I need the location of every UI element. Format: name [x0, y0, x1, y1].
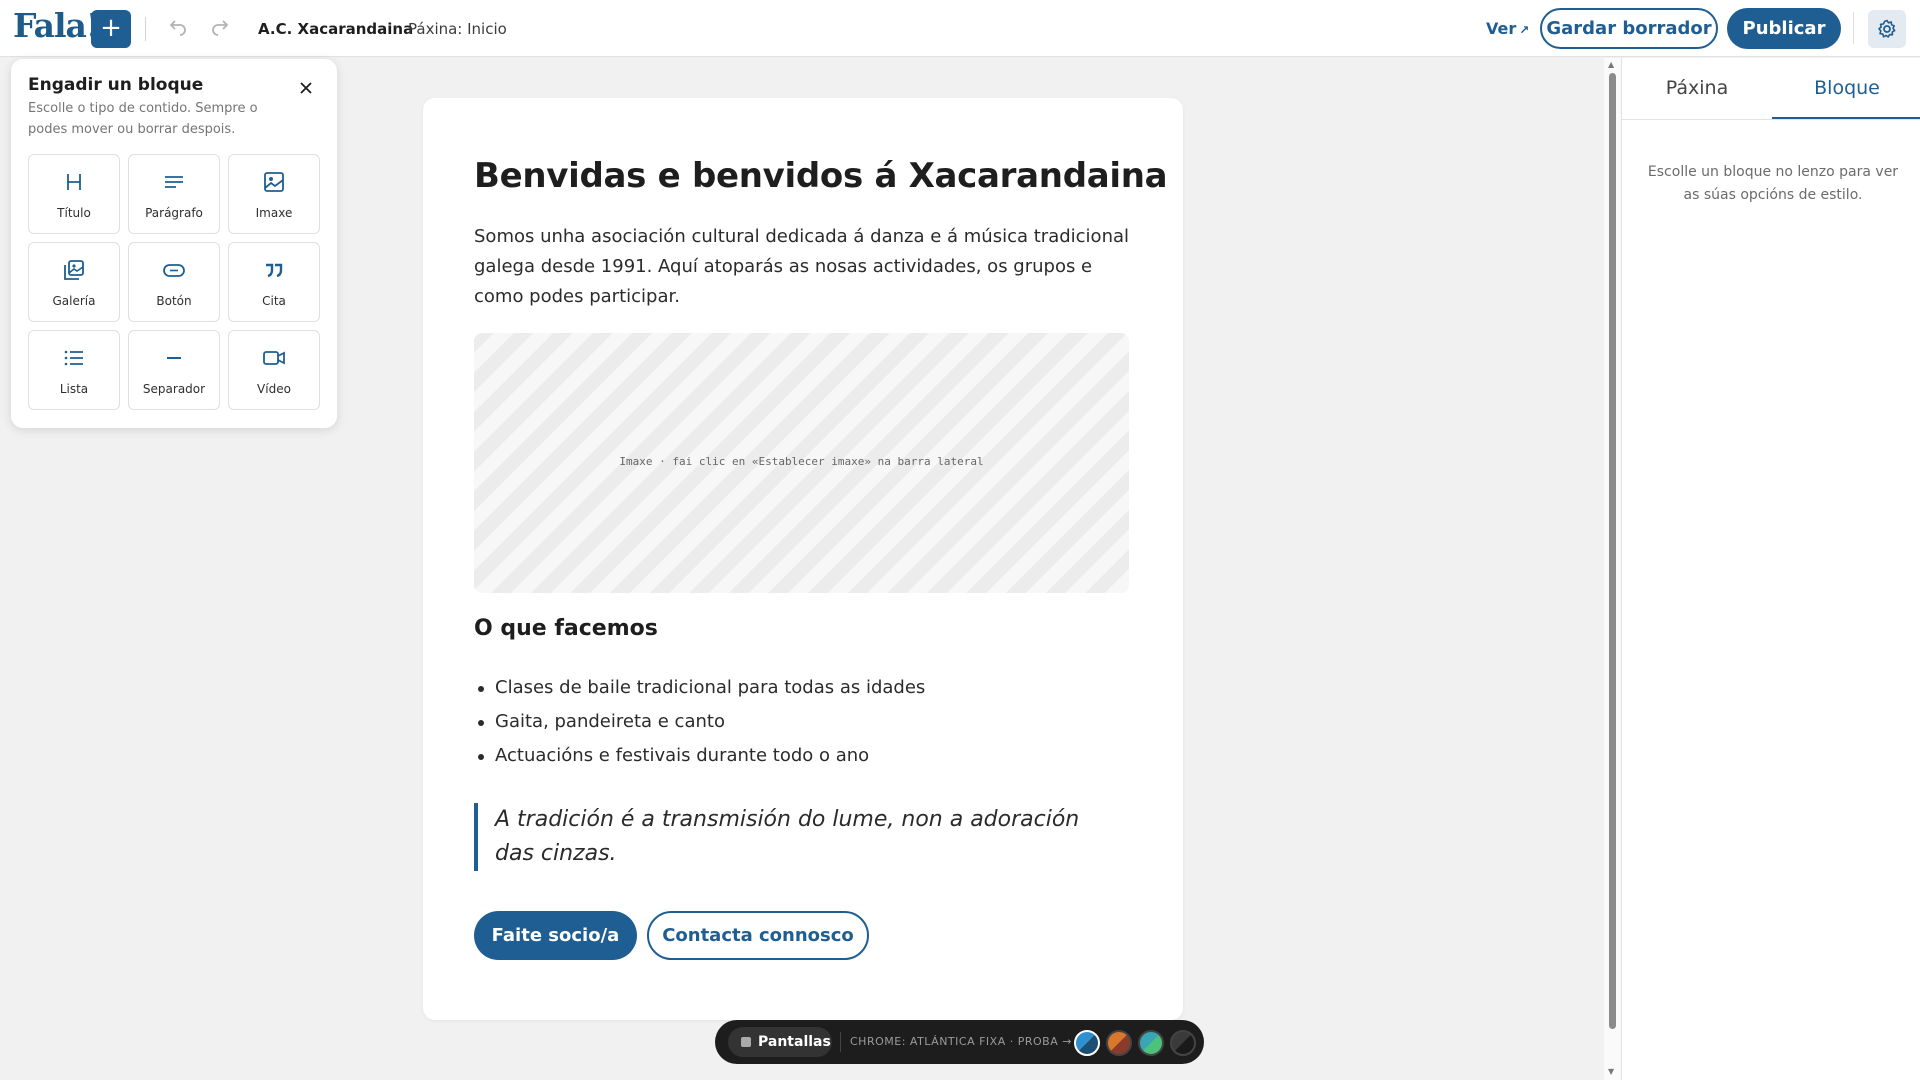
block-tile-label: Separador — [142, 382, 206, 396]
sidebar-hint: Escolle un bloque no lenzo para ver as s… — [1647, 164, 1899, 203]
gear-icon — [1878, 19, 1896, 38]
toolbar-divider — [1853, 12, 1854, 44]
undo-icon[interactable] — [166, 16, 190, 40]
block-tile-label: Lista — [59, 382, 89, 396]
tab-page[interactable]: Páxina — [1622, 58, 1772, 120]
block-tile-label: Vídeo — [257, 382, 291, 396]
paragraph-block[interactable]: Somos unha asociación cultural dedicada … — [474, 222, 1134, 312]
block-tile-gallery[interactable]: Galería — [28, 242, 120, 322]
scrollbar-thumb[interactable] — [1609, 73, 1616, 1029]
screens-icon — [741, 1037, 751, 1047]
screens-toolbar: Pantallas CHROME: ATLÁNTICA FIXA · PROBA… — [715, 1020, 1204, 1064]
settings-button[interactable] — [1868, 10, 1906, 48]
view-link[interactable]: Ver ↗ — [1486, 19, 1529, 38]
separator-icon — [129, 345, 219, 371]
canvas-scrollbar[interactable]: ▲ ▼ — [1604, 58, 1621, 1080]
theme-swatch[interactable] — [1138, 1030, 1164, 1056]
gallery-icon — [29, 257, 119, 283]
chrome-theme-label[interactable]: CHROME: ATLÁNTICA FIXA · PROBA → — [850, 1035, 1072, 1048]
block-tile-separator[interactable]: Separador — [128, 330, 220, 410]
theme-swatch[interactable] — [1106, 1030, 1132, 1056]
settings-sidebar: Páxina Bloque Escolle un bloque no lenzo… — [1621, 58, 1920, 1080]
list-item: Actuacións e festivais durante todo o an… — [474, 739, 925, 773]
site-name: A.C. Xacarandaina — [258, 20, 414, 38]
view-link-label: Ver — [1486, 19, 1517, 38]
image-block-placeholder[interactable]: Imaxe · fai clic en «Establecer imaxe» n… — [474, 333, 1129, 593]
scroll-up-icon[interactable]: ▲ — [1608, 60, 1614, 69]
block-tile-label: Título — [57, 206, 91, 220]
block-tile-paragraph[interactable]: Parágrafo — [128, 154, 220, 234]
title-separator: · — [394, 20, 399, 36]
add-block-button[interactable]: + — [91, 10, 131, 48]
close-icon[interactable] — [297, 79, 315, 97]
tabs-divider — [1622, 119, 1920, 120]
quote-icon — [229, 257, 319, 283]
list-item: Gaita, pandeireta e canto — [474, 705, 925, 739]
block-tile-label: Parágrafo — [145, 206, 203, 220]
heading-block[interactable]: Benvidas e benvidos á Xacarandaina — [474, 156, 1168, 196]
list-icon — [29, 345, 119, 371]
save-draft-button[interactable]: Gardar borrador — [1540, 8, 1718, 49]
inserter-title: Engadir un bloque — [28, 75, 204, 95]
block-tile-button[interactable]: Botón — [128, 242, 220, 322]
block-tile-label: Imaxe — [255, 206, 293, 220]
publish-button[interactable]: Publicar — [1727, 8, 1841, 49]
toolbar-divider — [840, 1032, 841, 1052]
editor-canvas: Benvidas e benvidos á Xacarandaina Somos… — [423, 98, 1183, 1020]
button-icon — [129, 257, 219, 283]
block-tile-list[interactable]: Lista — [28, 330, 120, 410]
heading-icon — [29, 169, 119, 195]
block-tile-label: Cita — [262, 294, 286, 308]
external-link-icon: ↗ — [1519, 23, 1530, 37]
screens-label: Pantallas — [758, 1034, 831, 1050]
app-logo: Fala! — [13, 6, 100, 45]
redo-icon[interactable] — [208, 16, 232, 40]
theme-swatch[interactable] — [1074, 1030, 1100, 1056]
paragraph-icon — [129, 169, 219, 195]
toolbar-divider — [145, 17, 146, 41]
block-tile-heading[interactable]: Título — [28, 154, 120, 234]
block-grid: Título Parágrafo Imaxe Galería Botón Cit… — [28, 154, 320, 410]
block-tile-label: Galería — [52, 294, 96, 308]
video-icon — [229, 345, 319, 371]
current-page-label: Páxina: Inicio — [408, 20, 507, 38]
image-placeholder-caption: Imaxe · fai clic en «Establecer imaxe» n… — [619, 455, 984, 468]
block-tile-image[interactable]: Imaxe — [228, 154, 320, 234]
tab-block[interactable]: Bloque — [1772, 58, 1920, 120]
list-item: Clases de baile tradicional para todas a… — [474, 671, 925, 705]
block-inserter-panel: Engadir un bloque Escolle o tipo de cont… — [11, 59, 337, 428]
scroll-down-icon[interactable]: ▼ — [1608, 1067, 1614, 1076]
top-toolbar: Fala! + A.C. Xacarandaina · Páxina: Inic… — [0, 0, 1920, 57]
contact-button[interactable]: Contacta connosco — [647, 911, 869, 960]
list-block[interactable]: Clases de baile tradicional para todas a… — [474, 671, 925, 773]
join-button[interactable]: Faite socio/a — [474, 911, 637, 960]
block-tile-label: Botón — [156, 294, 192, 308]
screens-button[interactable]: Pantallas — [728, 1027, 832, 1057]
quote-block[interactable]: A tradición é a transmisión do lume, non… — [474, 803, 1114, 871]
block-tile-video[interactable]: Vídeo — [228, 330, 320, 410]
block-tile-quote[interactable]: Cita — [228, 242, 320, 322]
subheading-block[interactable]: O que facemos — [474, 616, 658, 641]
inserter-description: Escolle o tipo de contido. Sempre o pode… — [28, 101, 258, 137]
image-icon — [229, 169, 319, 195]
theme-swatch[interactable] — [1170, 1030, 1196, 1056]
